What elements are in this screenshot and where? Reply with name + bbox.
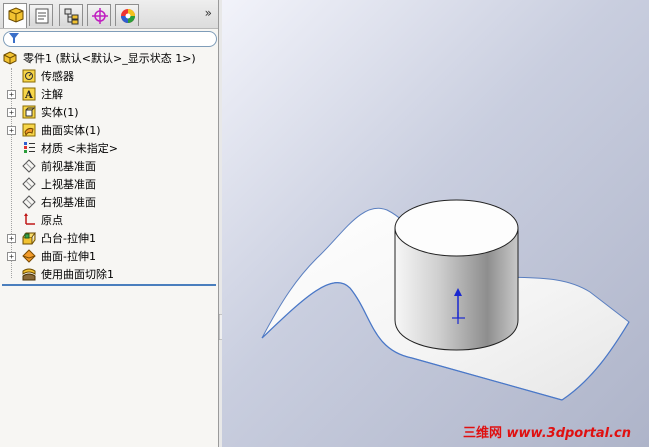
watermark-url: www.3dportal.cn [506,426,631,441]
surface-extrude-icon [22,249,36,263]
graphics-viewport[interactable]: 三维网 www.3dportal.cn [222,0,649,447]
plane-icon [22,159,36,173]
rollback-bar[interactable] [2,284,216,286]
featuremanager-tab[interactable] [3,3,27,28]
tree-item-label: 传感器 [41,70,74,83]
annotations-icon: A [22,87,36,101]
plane-icon [22,177,36,191]
watermark-cn: 三维网 [462,426,502,441]
property-icon [35,8,49,24]
material-icon [24,142,35,153]
tree-item-label: 原点 [41,214,63,227]
expand-toggle[interactable]: + [7,108,16,117]
tree-connector-line [11,68,12,278]
feature-tree-icon [8,7,24,23]
feature-filter-input[interactable] [3,31,217,47]
configurationmanager-tab[interactable] [59,4,83,26]
plane-icon [22,195,36,209]
model-3d-view [261,199,630,401]
tree-item-label: 曲面实体(1) [41,124,101,137]
tree-item-label: 材质 <未指定> [41,142,118,155]
expand-toggle[interactable]: + [7,126,16,135]
appearance-icon [121,9,135,23]
tree-item-label: 凸台-拉伸1 [41,232,96,245]
display-manager-tab[interactable] [115,4,139,26]
crosshair-icon [92,8,108,24]
solid-bodies-icon [22,105,36,119]
manager-tabbar: » [0,0,218,29]
filter-icon [9,33,19,43]
configuration-icon [64,8,79,25]
cylinder-top-face [394,199,519,257]
tree-item-label: 上视基准面 [41,178,96,191]
tree-item-label: 实体(1) [41,106,79,119]
tree-item-label: 右视基准面 [41,196,96,209]
propertymanager-tab[interactable] [29,4,53,26]
boss-extrude-icon [22,232,36,245]
origin-icon [24,213,35,225]
cut-with-surface-icon [22,268,36,281]
dimxpert-tab[interactable] [87,4,111,26]
tree-item-label: 前视基准面 [41,160,96,173]
expand-toggle[interactable]: + [7,252,16,261]
part-icon [3,51,17,65]
more-tabs-chevron-icon[interactable]: » [205,6,212,20]
svg-text:A: A [24,90,33,101]
surface-bodies-icon [22,123,36,137]
sensors-icon [22,69,36,83]
tree-item-label: 使用曲面切除1 [41,268,114,281]
expand-toggle[interactable]: + [7,234,16,243]
watermark: 三维网 www.3dportal.cn [463,422,631,441]
tree-item-label: 曲面-拉伸1 [41,250,96,263]
tree-root-label: 零件1 (默认<默认>_显示状态 1>) [23,52,196,65]
tree-item-label: 注解 [41,88,63,101]
feature-manager-panel: » 零件1 (默认<默认>_显示状态 1>) 传感器 + A 注解 + 实体(1… [0,0,219,447]
expand-toggle[interactable]: + [7,90,16,99]
